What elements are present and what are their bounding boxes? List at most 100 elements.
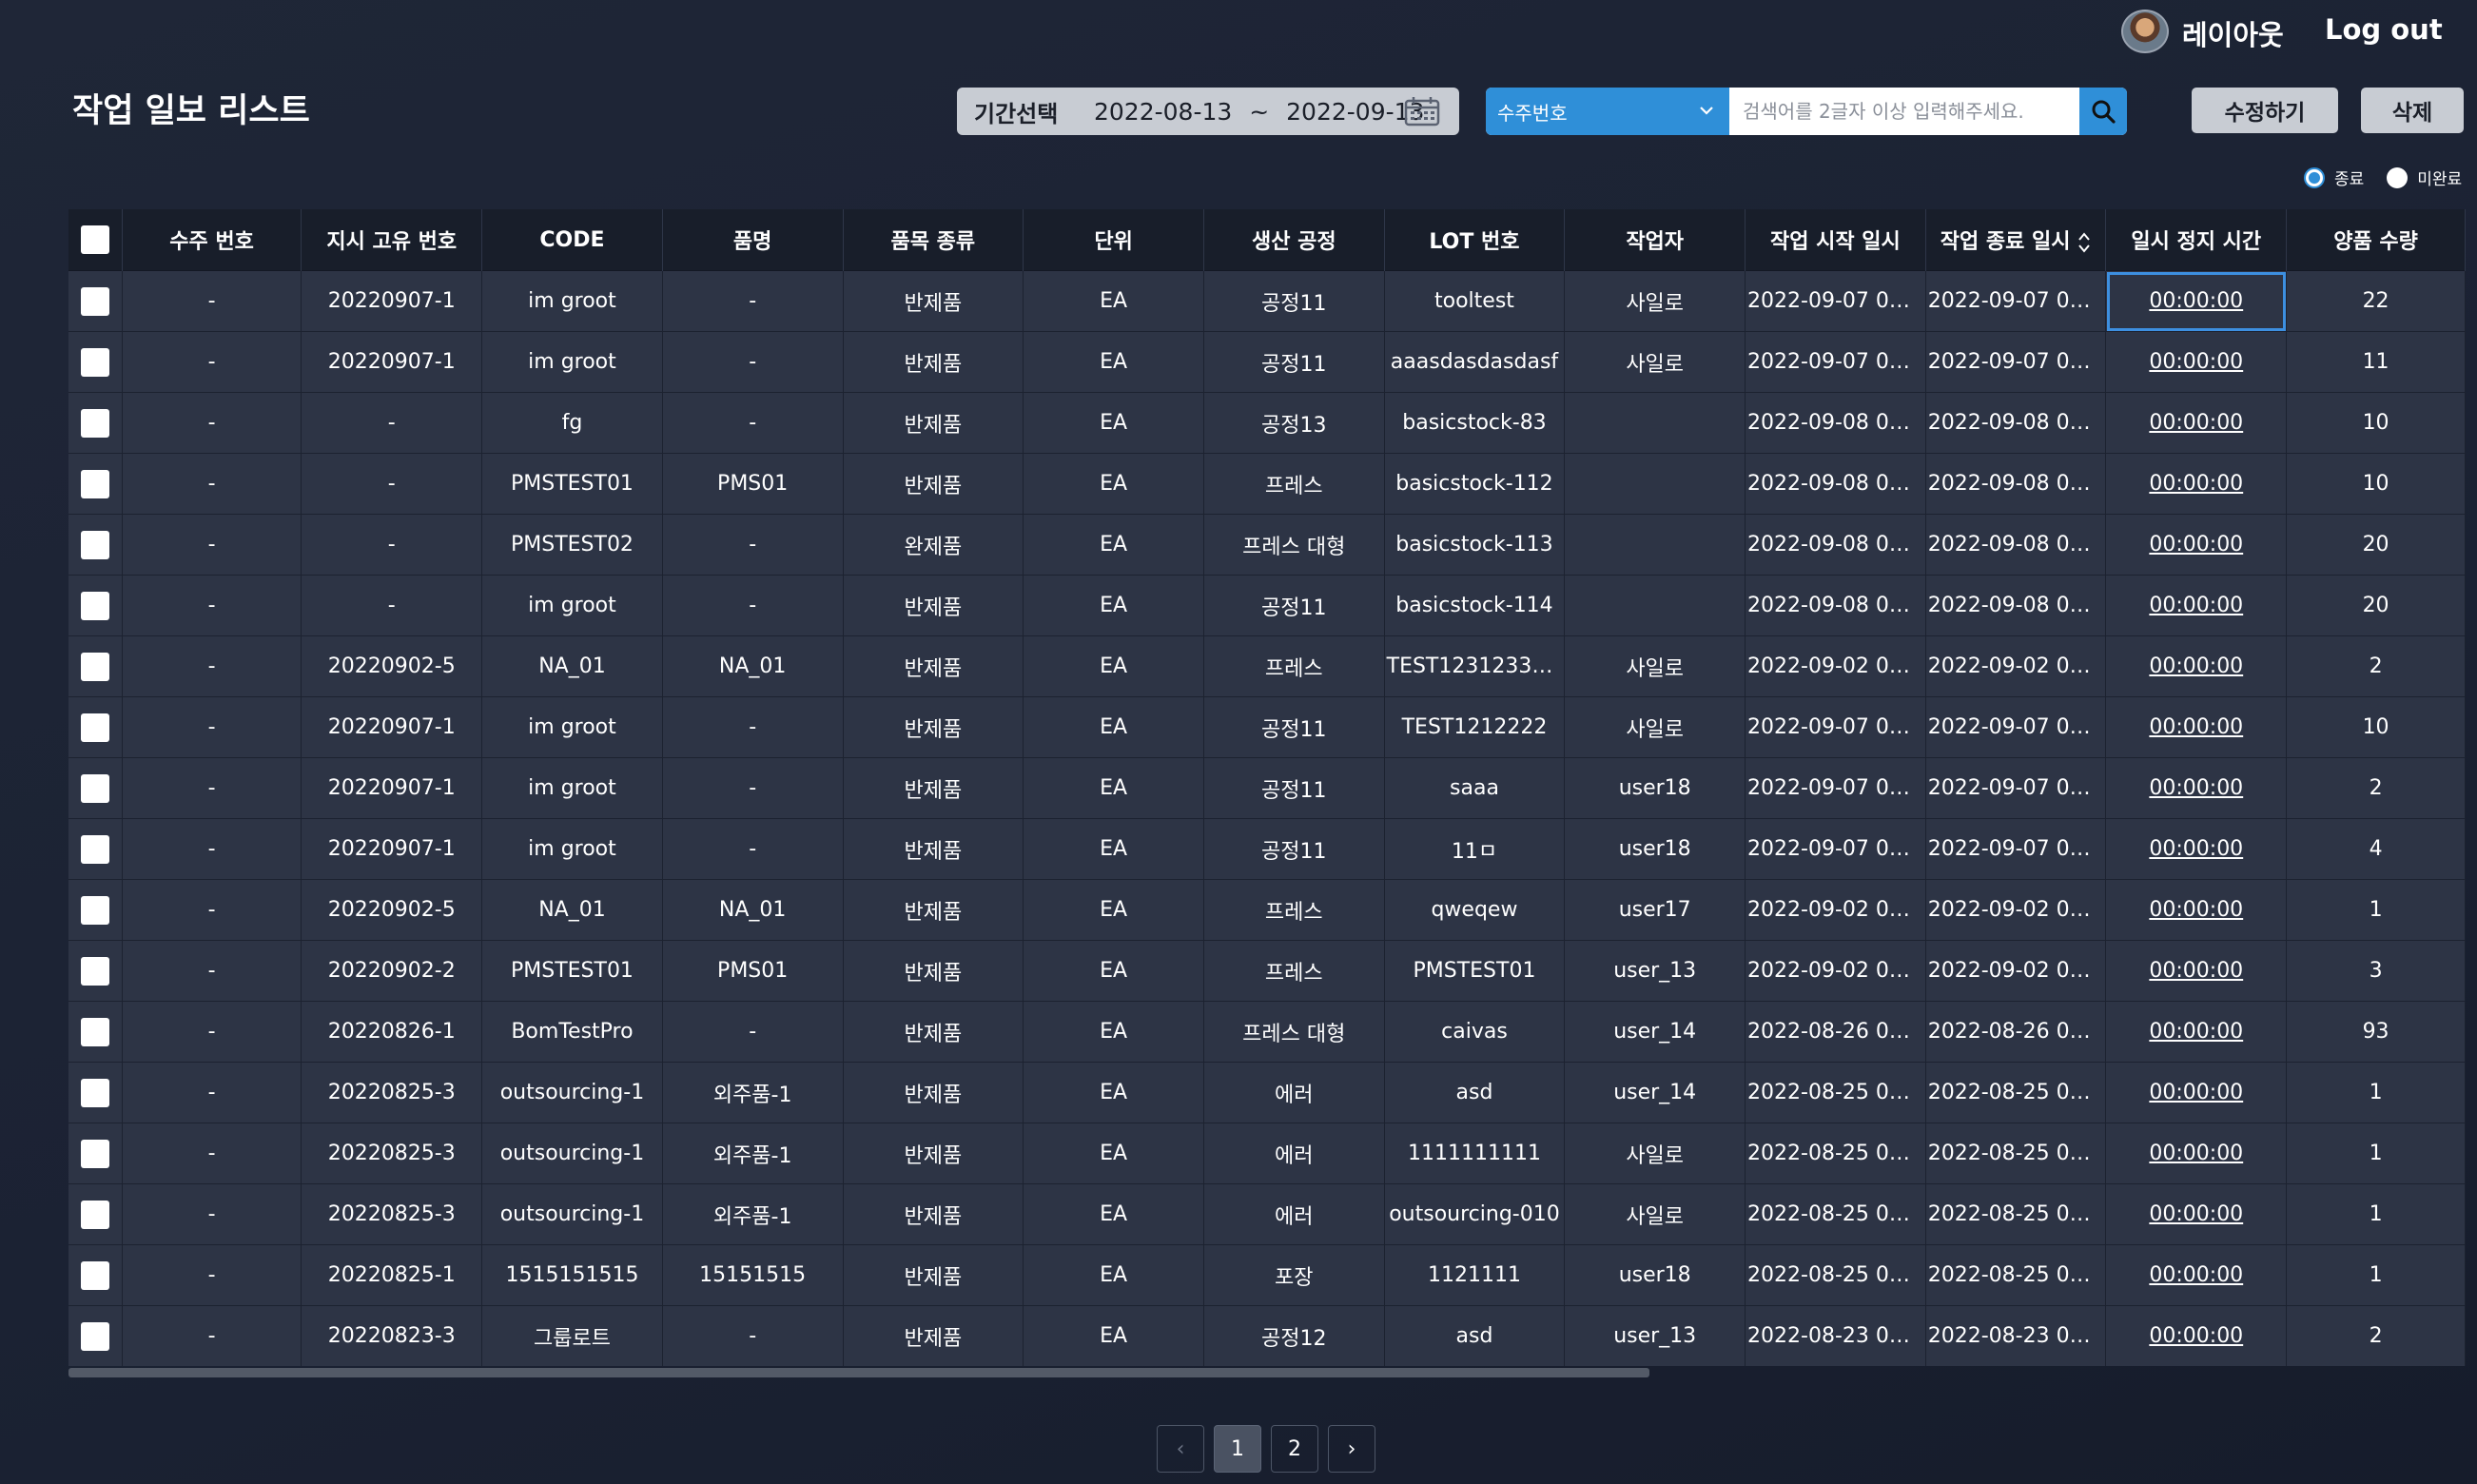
prev-page-button[interactable]: ‹ [1157,1425,1204,1473]
page-button-1[interactable]: 1 [1214,1425,1261,1473]
table-row[interactable]: -20220907-1 im groot - 반제품 EA 공정11 tooltest 사일로… [68,270,2466,332]
cell-pause-time[interactable]: 00:00:00 [2105,879,2288,941]
table-row[interactable]: -20220907-1 im groot - 반제품 EA 공정11 TEST1212222… [68,696,2466,758]
table-row[interactable]: -20220825-1 1515151515 15151515 반제품 EA 포장 1121… [68,1244,2466,1306]
col-code[interactable]: CODE [481,209,663,271]
col-lot-no[interactable]: LOT 번호 [1384,209,1566,271]
col-good-qty[interactable]: 양품 수량 [2286,209,2466,271]
col-end-time[interactable]: 작업 종료 일시 [1925,209,2107,271]
table-row[interactable]: -20220825-3 outsourcing-1 외주품-1 반제품 EA 에러 1111… [68,1123,2466,1184]
row-checkbox[interactable] [80,530,109,559]
row-checkbox[interactable] [80,591,109,620]
pause-time-link[interactable]: 00:00:00 [2149,411,2243,435]
logout-button[interactable]: Log out [2325,13,2443,46]
col-instruction-id[interactable]: 지시 고유 번호 [301,209,483,271]
cell-pause-time[interactable]: 00:00:00 [2105,1305,2288,1366]
calendar-icon[interactable] [1404,96,1440,127]
cell-pause-time[interactable]: 00:00:00 [2105,392,2288,454]
cell-pause-time[interactable]: 00:00:00 [2105,757,2288,819]
cell-pause-time[interactable]: 00:00:00 [2105,514,2288,576]
cell-pause-time[interactable]: 00:00:00 [2105,1001,2288,1063]
cell-pause-time[interactable]: 00:00:00 [2105,453,2288,515]
radio-incomplete[interactable] [2387,166,2409,188]
pause-time-link[interactable]: 00:00:00 [2149,1081,2243,1104]
pause-time-link[interactable]: 00:00:00 [2149,1324,2243,1348]
table-row[interactable]: - - fg - 반제품 EA 공정13 basicstock-83 2022-09-08 01… [68,392,2466,454]
pause-time-link[interactable]: 00:00:00 [2149,776,2243,800]
row-checkbox[interactable] [80,1139,109,1168]
cell-pause-time[interactable]: 00:00:00 [2105,1183,2288,1245]
pause-time-link[interactable]: 00:00:00 [2149,959,2243,983]
table-row[interactable]: -20220902-5 NA_01 NA_01 반제품 EA 프레스 TEST1231233… [68,635,2466,697]
col-order-no[interactable]: 수주 번호 [122,209,302,271]
row-checkbox[interactable] [80,895,109,925]
pause-time-link[interactable]: 00:00:00 [2149,654,2243,678]
row-checkbox[interactable] [80,713,109,742]
select-all-checkbox[interactable] [80,225,109,254]
cell-pause-time[interactable]: 00:00:00 [2105,940,2288,1002]
row-checkbox[interactable] [80,834,109,864]
cell-pause-time[interactable]: 00:00:00 [2105,696,2288,758]
table-row[interactable]: - - PMSTEST01 PMS01 반제품 EA 프레스 basicstock-112 20… [68,453,2466,515]
cell-pause-time[interactable]: 00:00:00 [2105,1062,2288,1123]
horizontal-scrollbar[interactable] [68,1368,1649,1377]
col-unit[interactable]: 단위 [1023,209,1204,271]
row-checkbox[interactable] [80,469,109,498]
table-row[interactable]: -20220907-1 im groot - 반제품 EA 공정11 aaasdasdasd… [68,331,2466,393]
table-row[interactable]: -20220825-3 outsourcing-1 외주품-1 반제품 EA 에러 outs… [68,1183,2466,1245]
col-item-name[interactable]: 품명 [662,209,844,271]
row-checkbox[interactable] [80,1321,109,1351]
row-checkbox[interactable] [80,286,109,316]
col-pause-time[interactable]: 일시 정지 시간 [2105,209,2288,271]
col-item-type[interactable]: 품목 종류 [843,209,1024,271]
table-row[interactable]: -20220823-3 그룹로트 - 반제품 EA 공정12 asd user_13 2022-… [68,1305,2466,1366]
row-checkbox[interactable] [80,1260,109,1290]
search-button[interactable] [2079,88,2127,135]
pause-time-link[interactable]: 00:00:00 [2149,898,2243,922]
table-row[interactable]: - - im groot - 반제품 EA 공정11 basicstock-114 2022-0… [68,575,2466,636]
pause-time-link[interactable]: 00:00:00 [2149,1202,2243,1226]
edit-button[interactable]: 수정하기 [2192,88,2338,133]
pause-time-link[interactable]: 00:00:00 [2149,472,2243,496]
pause-time-link[interactable]: 00:00:00 [2149,533,2243,556]
search-input[interactable] [1729,88,2081,135]
cell-pause-time[interactable]: 00:00:00 [2105,270,2288,332]
row-checkbox[interactable] [80,1200,109,1229]
page-button-2[interactable]: 2 [1271,1425,1318,1473]
row-checkbox[interactable] [80,956,109,986]
row-checkbox[interactable] [80,347,109,377]
col-worker[interactable]: 작업자 [1564,209,1746,271]
row-checkbox[interactable] [80,1078,109,1107]
table-row[interactable]: -20220825-3 outsourcing-1 외주품-1 반제품 EA 에러 asd u… [68,1062,2466,1123]
table-row[interactable]: -20220826-1 BomTestPro - 반제품 EA 프레스 대형 caivas u… [68,1001,2466,1063]
table-row[interactable]: - - PMSTEST02- 완제품 EA 프레스 대형 basicstock-113 202… [68,514,2466,576]
date-range-picker[interactable]: 기간선택 2022-08-13 ~ 2022-09-13 [957,88,1459,135]
cell-pause-time[interactable]: 00:00:00 [2105,575,2288,636]
pause-time-link[interactable]: 00:00:00 [2149,1020,2243,1044]
cell-pause-time[interactable]: 00:00:00 [2105,331,2288,393]
row-checkbox[interactable] [80,408,109,438]
avatar[interactable] [2121,10,2169,53]
cell-pause-time[interactable]: 00:00:00 [2105,1244,2288,1306]
row-checkbox[interactable] [80,773,109,803]
pause-time-link[interactable]: 00:00:00 [2149,1263,2243,1287]
row-checkbox[interactable] [80,1017,109,1046]
pause-time-link[interactable]: 00:00:00 [2149,350,2243,374]
row-checkbox[interactable] [80,652,109,681]
table-row[interactable]: -20220902-5 NA_01 NA_01 반제품 EA 프레스 qweqew user1… [68,879,2466,941]
table-row[interactable]: -20220907-1 im groot - 반제품 EA 공정11 saaa user18 2… [68,757,2466,819]
col-start-time[interactable]: 작업 시작 일시 [1745,209,1926,271]
pause-time-link[interactable]: 00:00:00 [2149,715,2243,739]
next-page-button[interactable]: › [1328,1425,1375,1473]
pause-time-link[interactable]: 00:00:00 [2149,837,2243,861]
radio-completed[interactable] [2304,166,2325,188]
pause-time-link[interactable]: 00:00:00 [2149,1142,2243,1165]
col-process[interactable]: 생산 공정 [1203,209,1385,271]
sort-icon[interactable] [2077,230,2091,255]
table-row[interactable]: -20220902-2 PMSTEST01 PMS01 반제품 EA 프레스 PMSTEST… [68,940,2466,1002]
pause-time-link[interactable]: 00:00:00 [2149,289,2243,313]
pause-time-link[interactable]: 00:00:00 [2149,594,2243,617]
cell-pause-time[interactable]: 00:00:00 [2105,635,2288,697]
table-row[interactable]: -20220907-1 im groot - 반제품 EA 공정11 11ㅁ user18 20… [68,818,2466,880]
delete-button[interactable]: 삭제 [2361,88,2464,133]
